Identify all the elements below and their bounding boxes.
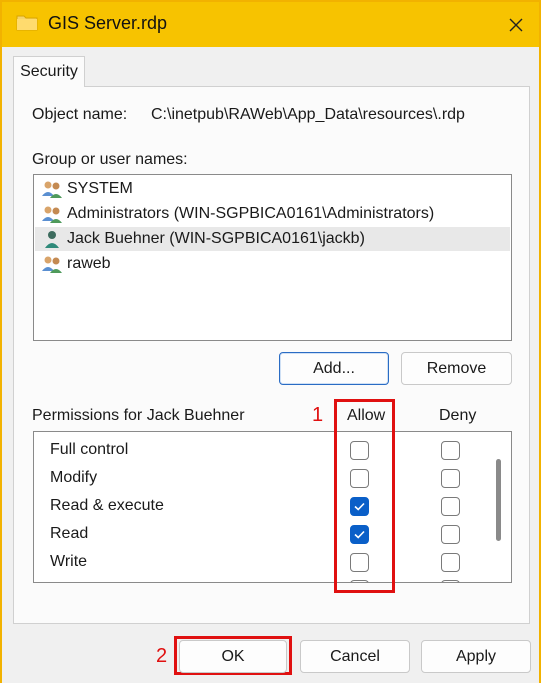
group-user-list[interactable]: SYSTEM Administrators (WIN-SGPBICA0161\A…	[33, 174, 512, 341]
user-group-icon	[42, 181, 62, 198]
remove-button[interactable]: Remove	[401, 352, 512, 385]
permission-label: Read & execute	[50, 497, 164, 514]
deny-checkbox[interactable]	[441, 580, 460, 582]
permission-row: Full control	[50, 437, 490, 465]
permission-label: Read	[50, 525, 89, 542]
tab-security[interactable]: Security	[13, 56, 85, 87]
title-bar: GIS Server.rdp	[2, 2, 539, 47]
deny-checkbox[interactable]	[441, 525, 460, 544]
user-group-icon	[42, 206, 62, 223]
list-item-label: SYSTEM	[67, 180, 133, 197]
annotation-marker-2: 2	[156, 645, 168, 667]
scrollbar[interactable]	[496, 459, 501, 541]
cancel-button[interactable]: Cancel	[300, 640, 410, 673]
deny-header: Deny	[439, 407, 477, 424]
ok-button[interactable]: OK	[179, 640, 287, 673]
permissions-list[interactable]: Full control Modify Read & execute Read …	[33, 431, 512, 583]
list-item[interactable]: Jack Buehner (WIN-SGPBICA0161\jackb)	[35, 227, 510, 251]
window-title: GIS Server.rdp	[48, 13, 168, 33]
user-group-icon	[42, 256, 62, 273]
list-item[interactable]: raweb	[35, 252, 510, 276]
permission-label: Write	[50, 553, 88, 570]
highlight-box-allow	[334, 399, 395, 593]
object-name-label: Object name:	[32, 106, 128, 123]
list-item[interactable]: Administrators (WIN-SGPBICA0161\Administ…	[35, 202, 510, 226]
close-button[interactable]	[493, 2, 539, 47]
permissions-label: Permissions for Jack Buehner	[32, 407, 245, 424]
properties-dialog: GIS Server.rdp Security Object name: C:\…	[0, 0, 541, 683]
group-list-label: Group or user names:	[32, 151, 188, 168]
folder-icon	[16, 15, 38, 31]
list-item-label: Jack Buehner (WIN-SGPBICA0161\jackb)	[67, 230, 365, 247]
permission-label: Full control	[50, 441, 129, 458]
list-item[interactable]: SYSTEM	[35, 177, 510, 201]
deny-checkbox[interactable]	[441, 553, 460, 572]
list-item-label: raweb	[67, 255, 111, 272]
list-item-label: Administrators (WIN-SGPBICA0161\Administ…	[67, 205, 435, 222]
close-icon	[509, 18, 523, 31]
annotation-marker-1: 1	[312, 404, 324, 426]
deny-checkbox[interactable]	[441, 469, 460, 488]
permission-row: Write	[50, 549, 490, 577]
apply-button[interactable]: Apply	[421, 640, 531, 673]
add-button[interactable]: Add...	[279, 352, 389, 385]
deny-checkbox[interactable]	[441, 497, 460, 516]
deny-checkbox[interactable]	[441, 441, 460, 460]
permission-row: Read	[50, 521, 490, 549]
permission-row: Modify	[50, 465, 490, 493]
permission-row: Read & execute	[50, 493, 490, 521]
object-name-value: C:\inetpub\RAWeb\App_Data\resources\.rdp	[151, 106, 465, 123]
permission-label: Modify	[50, 469, 98, 486]
user-icon	[45, 231, 59, 248]
